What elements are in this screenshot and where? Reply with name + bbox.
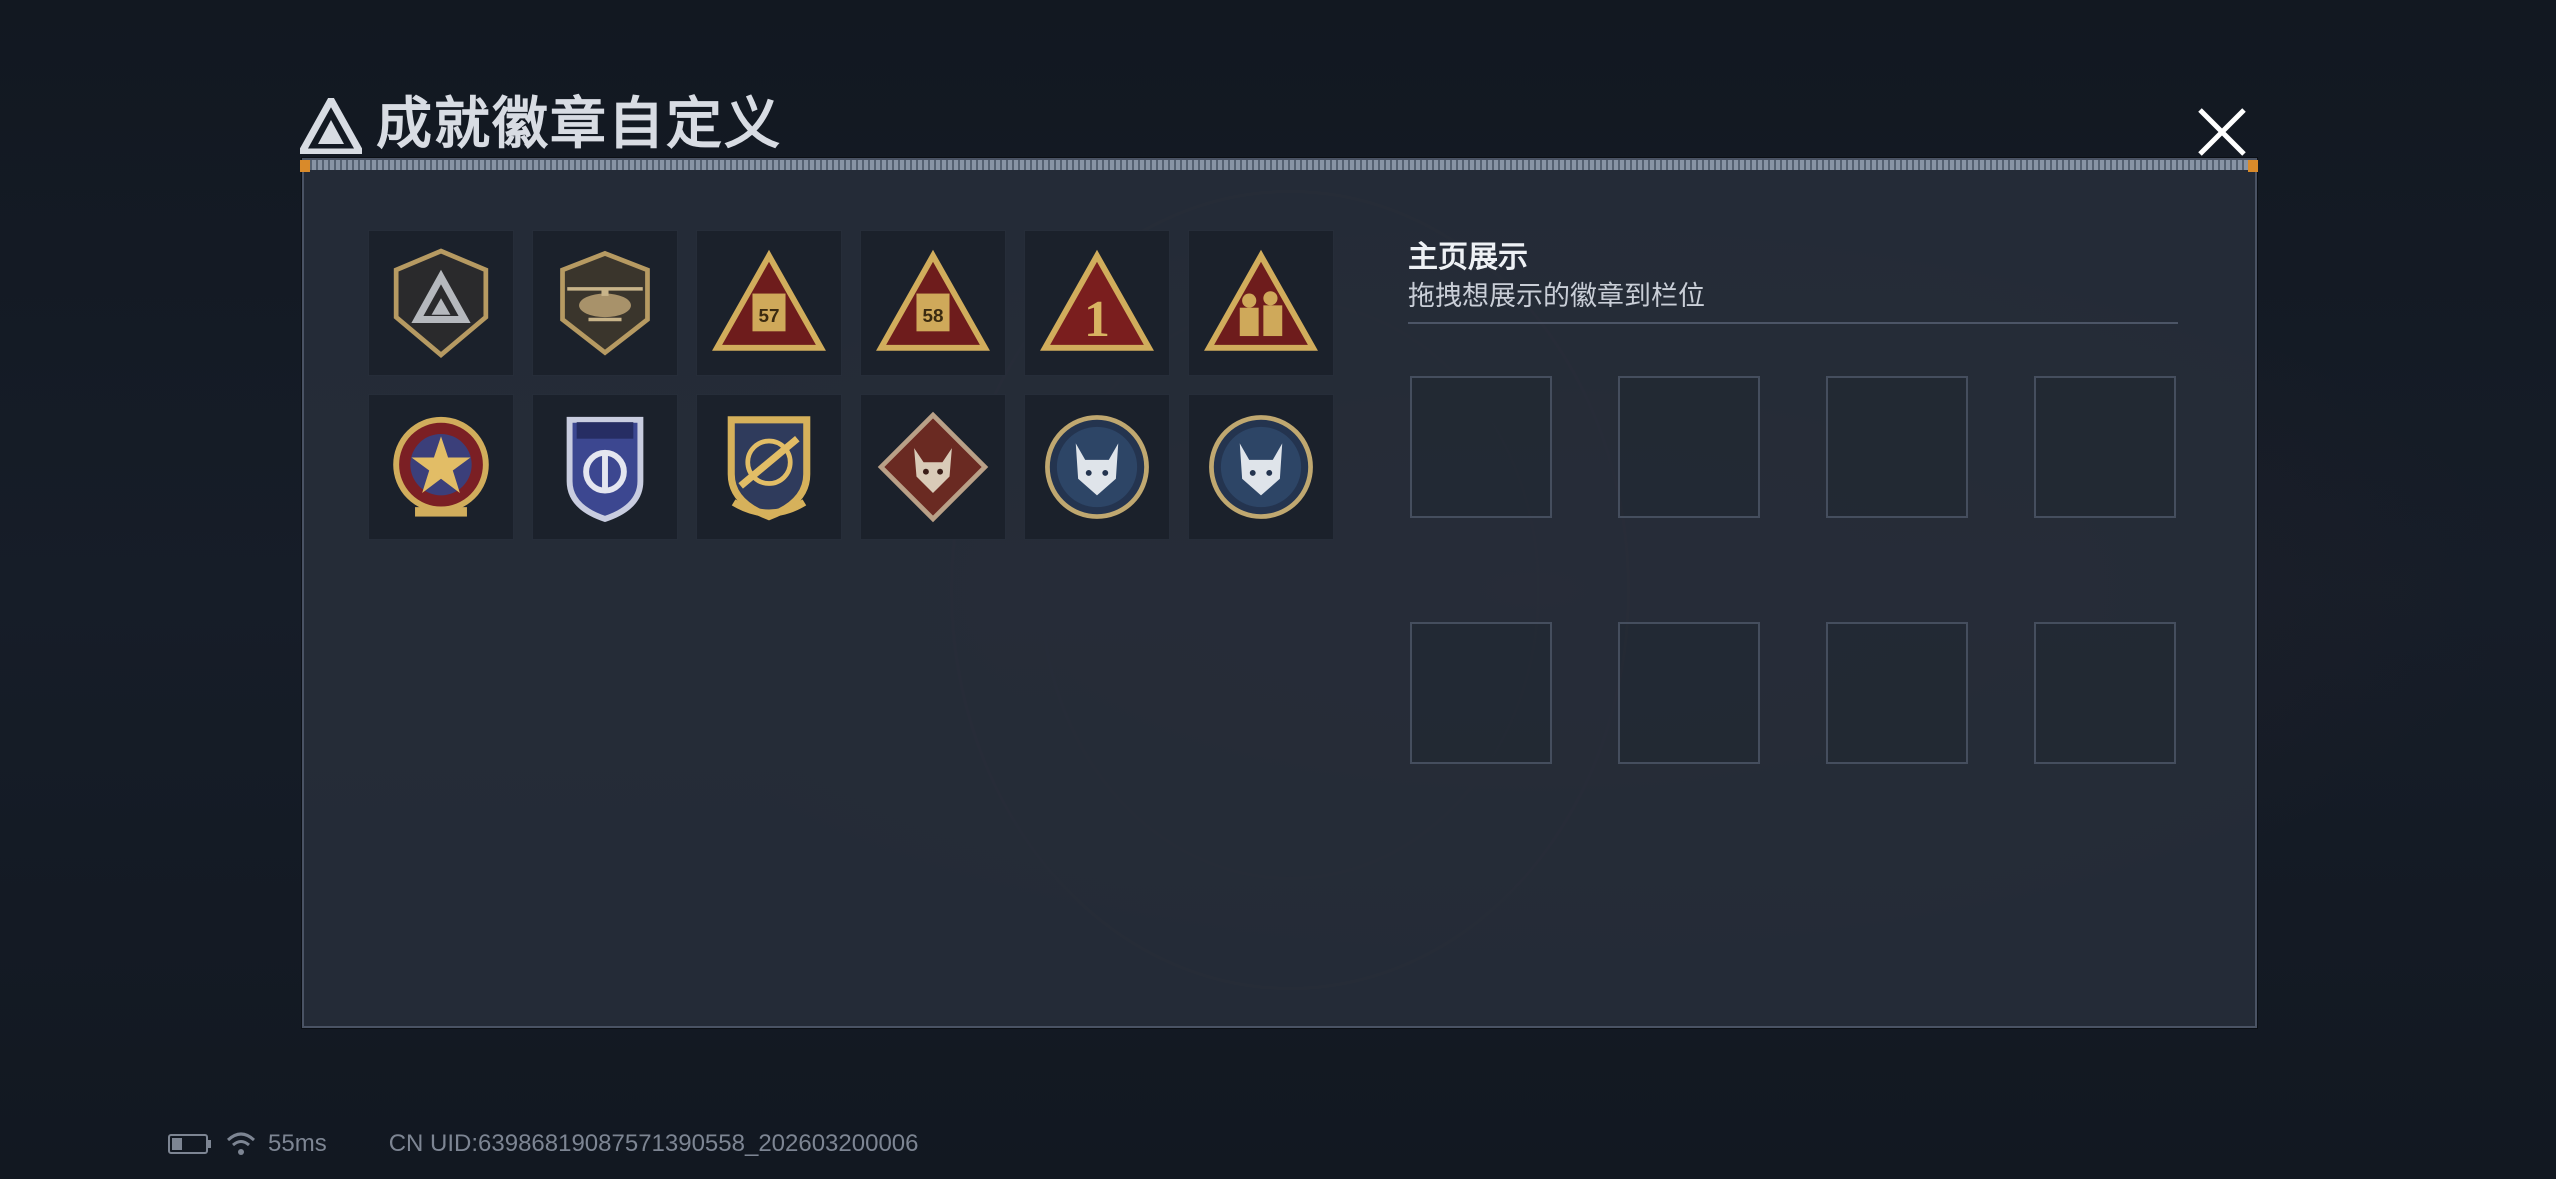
showcase-slot-4[interactable] bbox=[2034, 376, 2176, 518]
close-button[interactable] bbox=[2190, 100, 2254, 164]
triangle-1-badge-icon: 1 bbox=[1040, 249, 1154, 351]
badge-slot-11[interactable] bbox=[1024, 394, 1170, 540]
showcase-slot-1[interactable] bbox=[1410, 376, 1552, 518]
badge-slot-9[interactable] bbox=[696, 394, 842, 540]
uid-text: CN UID:6398681908757139055​8_20260320000… bbox=[388, 1130, 919, 1157]
lynx-round-badge-icon-2 bbox=[1209, 415, 1313, 519]
showcase-slot-6[interactable] bbox=[1618, 622, 1760, 764]
battery-icon bbox=[168, 1134, 211, 1154]
crosshair-shield-badge-icon bbox=[727, 416, 811, 521]
triangle-soldiers-badge-icon bbox=[1204, 249, 1318, 351]
showcase-slot-3[interactable] bbox=[1826, 376, 1968, 518]
helicopter-badge-icon bbox=[560, 250, 650, 356]
badge-slot-4[interactable]: 58 bbox=[860, 230, 1006, 376]
svg-text:57: 57 bbox=[759, 305, 780, 326]
triangle-logo-icon bbox=[296, 92, 366, 156]
title-stripe bbox=[300, 160, 2258, 170]
badge-slot-7[interactable] bbox=[368, 394, 514, 540]
shield-triangle-badge-icon bbox=[393, 248, 489, 359]
showcase-slot-5[interactable] bbox=[1410, 622, 1552, 764]
triangle-58-badge-icon: 58 bbox=[876, 249, 990, 351]
triangle-57-badge-icon: 57 bbox=[712, 249, 826, 351]
badge-slot-8[interactable] bbox=[532, 394, 678, 540]
badge-slot-5[interactable]: 1 bbox=[1024, 230, 1170, 376]
badge-slot-2[interactable] bbox=[532, 230, 678, 376]
showcase-title: 主页展示 bbox=[1408, 241, 1528, 274]
showcase-slot-grid bbox=[1410, 376, 2176, 764]
blue-shield-badge-icon bbox=[566, 416, 644, 523]
wolf-diamond-badge-icon bbox=[877, 411, 989, 523]
dialog-title: 成就徽章自定义 bbox=[376, 92, 782, 155]
star-round-badge-icon bbox=[393, 416, 489, 517]
svg-text:1: 1 bbox=[1084, 291, 1110, 348]
svg-text:58: 58 bbox=[923, 305, 944, 326]
ping-value: 55ms bbox=[268, 1130, 327, 1157]
showcase-slot-2[interactable] bbox=[1618, 376, 1760, 518]
badge-slot-12[interactable] bbox=[1188, 394, 1334, 540]
showcase-slot-7[interactable] bbox=[1826, 622, 1968, 764]
badge-slot-10[interactable] bbox=[860, 394, 1006, 540]
status-bar: 55ms CN UID:6398681908757139055​8_202603… bbox=[168, 1128, 919, 1160]
badge-slot-3[interactable]: 57 bbox=[696, 230, 842, 376]
close-icon bbox=[2198, 108, 2246, 156]
badge-slot-1[interactable] bbox=[368, 230, 514, 376]
showcase-slot-8[interactable] bbox=[2034, 622, 2176, 764]
badge-slot-6[interactable] bbox=[1188, 230, 1334, 376]
showcase-divider bbox=[1408, 322, 2178, 324]
showcase-subtitle: 拖拽想展示的徽章到栏位 bbox=[1408, 281, 1705, 311]
badge-grid: 57 58 1 bbox=[368, 230, 1334, 540]
wifi-icon bbox=[226, 1132, 256, 1155]
title-stripe-accent-left bbox=[300, 160, 310, 172]
lynx-round-badge-icon bbox=[1045, 415, 1149, 519]
